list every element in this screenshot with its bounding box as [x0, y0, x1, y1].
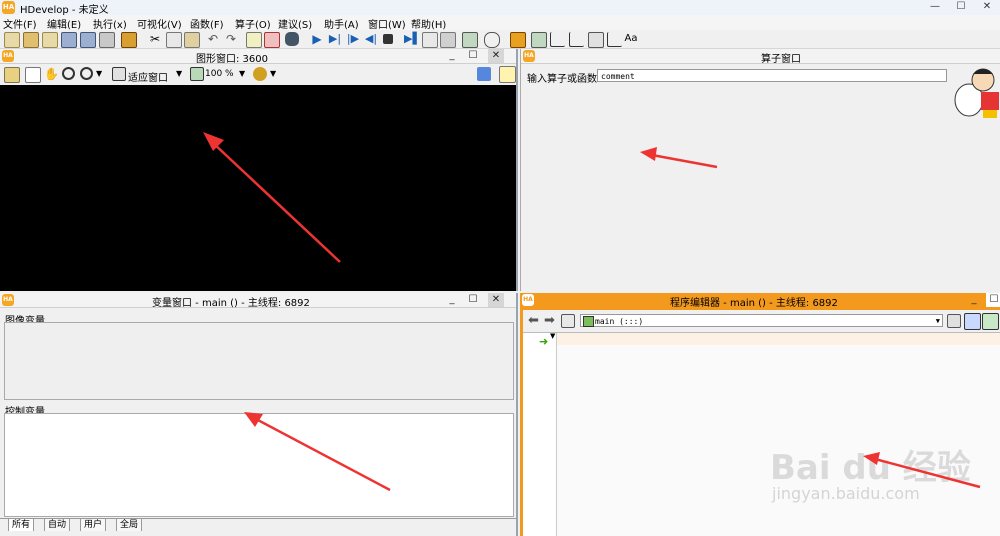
arrow-graphics-window [203, 132, 341, 263]
arrow-variable-window [244, 412, 391, 492]
arrow-program-editor [863, 452, 981, 489]
arrow-operator-window [640, 147, 718, 169]
annotation-arrows [203, 132, 981, 492]
